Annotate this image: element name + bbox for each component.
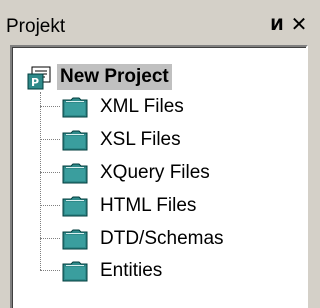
- tree-root-label: New Project: [57, 64, 172, 90]
- folder-icon: [62, 96, 88, 118]
- project-icon: P: [27, 66, 51, 90]
- folder-icon: [62, 228, 88, 250]
- folder-icon: [62, 162, 88, 184]
- tree-item-label: HTML Files: [100, 195, 197, 216]
- project-tree[interactable]: P New Project XML Files XSL Files XQuery…: [10, 45, 308, 308]
- tree-item-xquery-files[interactable]: XQuery Files: [40, 158, 280, 188]
- panel-title: Projekt: [6, 16, 66, 37]
- tree-item-label: XQuery Files: [100, 162, 210, 183]
- svg-text:P: P: [31, 76, 39, 89]
- folder-icon: [62, 195, 88, 217]
- tree-item-xml-files[interactable]: XML Files: [40, 92, 280, 122]
- close-icon[interactable]: ✕: [289, 13, 309, 35]
- project-panel: Projekt И ✕ P New Project XML Files XSL …: [0, 0, 308, 308]
- tree-item-xsl-files[interactable]: XSL Files: [40, 125, 280, 155]
- tree-item-html-files[interactable]: HTML Files: [40, 191, 280, 221]
- tree-item-entities[interactable]: Entities: [40, 256, 280, 286]
- tree-item-dtd-schemas[interactable]: DTD/Schemas: [40, 224, 280, 254]
- folder-icon: [62, 129, 88, 151]
- tree-item-label: XSL Files: [100, 129, 181, 150]
- folder-icon: [62, 260, 88, 282]
- tree-item-label: XML Files: [100, 96, 184, 117]
- panel-titlebar: Projekt И ✕: [6, 10, 309, 40]
- tree-root-node[interactable]: P New Project: [27, 62, 227, 92]
- tree-item-label: Entities: [100, 260, 163, 281]
- tree-item-label: DTD/Schemas: [100, 228, 224, 249]
- pin-icon[interactable]: И: [268, 14, 286, 36]
